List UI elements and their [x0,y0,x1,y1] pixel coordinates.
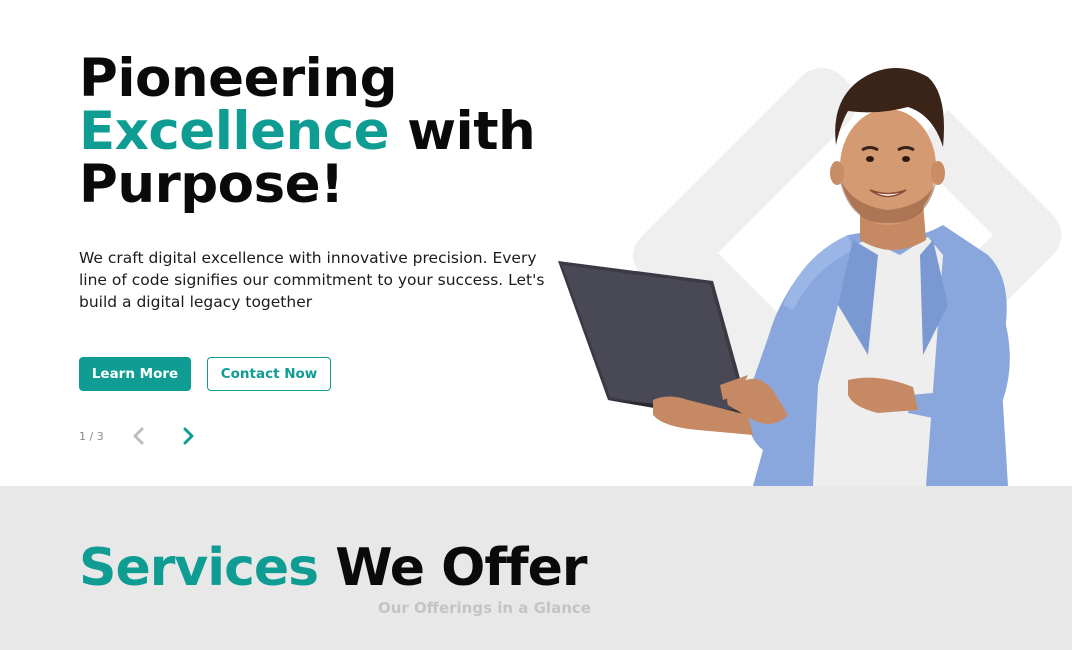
chevron-left-icon [133,427,144,445]
learn-more-button[interactable]: Learn More [79,357,191,391]
services-section: Services We Offer Our Offerings in a Gla… [0,486,1072,650]
contact-now-button[interactable]: Contact Now [207,357,331,391]
hero-description: We craft digital excellence with innovat… [79,249,545,311]
slide-counter: 1 / 3 [79,429,104,443]
hero-headline: Pioneering Excellence with Purpose! [79,52,579,211]
man-with-laptop-image [558,67,1062,486]
slider-pager: 1 / 3 [79,426,198,446]
services-subtitle: Our Offerings in a Glance [378,599,591,617]
services-heading-accent: Services [79,538,319,598]
services-heading: Services We Offer [79,538,587,598]
headline-with: with [389,101,536,162]
headline-line-1: Pioneering [79,48,398,109]
hero-illustration [548,55,1072,486]
hero-section: Pioneering Excellence with Purpose! We c… [0,0,1072,486]
headline-accent: Excellence [79,101,390,162]
chevron-right-icon [183,427,194,445]
services-heading-rest: We Offer [318,538,587,598]
headline-line-3: Purpose! [79,154,344,215]
previous-slide-button[interactable] [129,426,149,446]
next-slide-button[interactable] [178,426,198,446]
